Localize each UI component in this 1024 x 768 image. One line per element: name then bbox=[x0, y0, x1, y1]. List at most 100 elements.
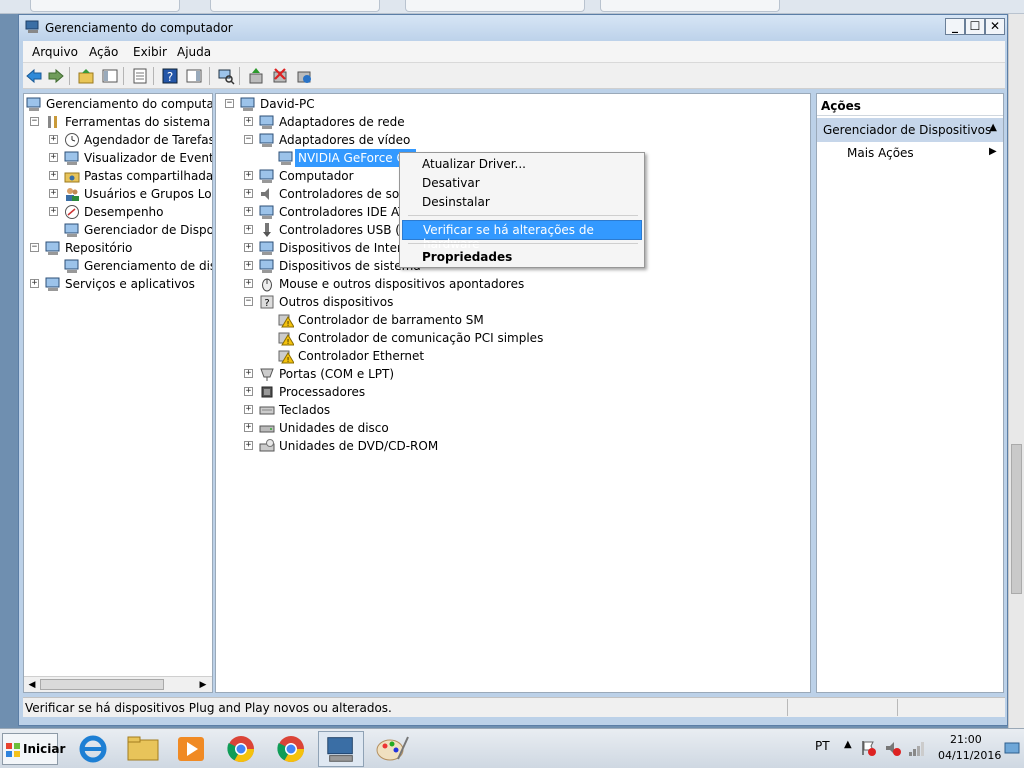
more-actions-item[interactable]: Mais Ações bbox=[847, 146, 914, 160]
tree-row[interactable]: ! Controlador de barramento SM bbox=[216, 311, 810, 329]
computer-management-taskbar-icon[interactable] bbox=[318, 731, 364, 767]
expand-icon[interactable]: + bbox=[30, 279, 39, 288]
close-button[interactable]: ✕ bbox=[985, 18, 1005, 35]
tree-row[interactable]: Gerenciamento do computado bbox=[24, 95, 212, 113]
tree-row[interactable]: + Desempenho bbox=[24, 203, 212, 221]
forward-arrow-icon[interactable] bbox=[47, 67, 65, 85]
title-bar[interactable]: Gerenciamento do computador _ ☐ ✕ bbox=[19, 15, 1007, 41]
network-signal-icon[interactable] bbox=[908, 739, 926, 757]
tree-row[interactable]: + Agendador de Tarefas bbox=[24, 131, 212, 149]
tree-row[interactable]: − Adaptadores de vídeo bbox=[216, 131, 810, 149]
tree-row[interactable]: + Mouse e outros dispositivos apontadores bbox=[216, 275, 810, 293]
tree-row[interactable]: −? Outros dispositivos bbox=[216, 293, 810, 311]
show-hide-tree-icon[interactable] bbox=[101, 67, 119, 85]
tree-row[interactable]: + Unidades de disco bbox=[216, 419, 810, 437]
tree-row[interactable]: + Serviços e aplicativos bbox=[24, 275, 212, 293]
action-center-flag-icon[interactable] bbox=[860, 739, 878, 757]
help-icon[interactable]: ? bbox=[161, 67, 179, 85]
expand-icon[interactable]: + bbox=[49, 189, 58, 198]
expand-icon[interactable]: + bbox=[244, 441, 253, 450]
menu-exibir[interactable]: Exibir bbox=[133, 45, 167, 59]
clock-time[interactable]: 21:00 bbox=[950, 733, 982, 746]
volume-muted-icon[interactable] bbox=[884, 739, 902, 757]
expand-icon[interactable]: + bbox=[244, 207, 253, 216]
menu-item-scan-hardware[interactable]: Verificar se há alterações de hardware bbox=[402, 220, 642, 251]
properties-icon[interactable] bbox=[131, 67, 149, 85]
menu-item-disable[interactable]: Desativar bbox=[402, 174, 642, 194]
tree-row[interactable]: ! Controlador de comunicação PCI simples bbox=[216, 329, 810, 347]
tree-row[interactable]: + Processadores bbox=[216, 383, 810, 401]
tree-item-label: Controlador de barramento SM bbox=[298, 313, 484, 327]
expand-icon[interactable]: + bbox=[244, 405, 253, 414]
collapse-icon[interactable]: − bbox=[244, 297, 253, 306]
clock-date[interactable]: 04/11/2016 bbox=[938, 749, 1001, 762]
show-desktop-icon[interactable] bbox=[1004, 741, 1020, 755]
expand-icon[interactable]: + bbox=[244, 225, 253, 234]
horizontal-scrollbar[interactable]: ◀ ▶ bbox=[24, 676, 212, 692]
internet-explorer-icon[interactable] bbox=[70, 731, 116, 767]
show-hidden-icons-icon[interactable]: ▲ bbox=[844, 739, 852, 750]
collapse-icon[interactable]: − bbox=[30, 117, 39, 126]
file-explorer-icon[interactable] bbox=[120, 731, 166, 767]
chrome-icon[interactable] bbox=[218, 731, 264, 767]
scan-hardware-icon[interactable] bbox=[217, 67, 235, 85]
expand-icon[interactable]: + bbox=[244, 171, 253, 180]
collapse-icon[interactable]: − bbox=[225, 99, 234, 108]
tree-row[interactable]: + Unidades de DVD/CD-ROM bbox=[216, 437, 810, 455]
start-button[interactable]: Iniciar bbox=[2, 733, 65, 765]
chrome-icon[interactable] bbox=[268, 731, 314, 767]
expand-icon[interactable]: + bbox=[49, 207, 58, 216]
tree-row[interactable]: − Repositório bbox=[24, 239, 212, 257]
media-player-icon[interactable] bbox=[168, 731, 214, 767]
menu-item-properties[interactable]: Propriedades bbox=[402, 248, 642, 268]
update-driver-icon[interactable] bbox=[247, 67, 265, 85]
expand-icon[interactable]: + bbox=[244, 423, 253, 432]
expand-icon[interactable]: + bbox=[244, 117, 253, 126]
up-folder-icon[interactable] bbox=[77, 67, 95, 85]
tree-row[interactable]: + Visualizador de Eventos bbox=[24, 149, 212, 167]
show-hide-action-pane-icon[interactable] bbox=[185, 67, 203, 85]
actions-section-device-manager[interactable]: Gerenciador de Dispositivos ▲ bbox=[817, 118, 1003, 142]
computer-management-icon bbox=[26, 97, 41, 111]
menu-ajuda[interactable]: Ajuda bbox=[177, 45, 211, 59]
expand-icon[interactable]: + bbox=[49, 153, 58, 162]
tree-row[interactable]: + Portas (COM e LPT) bbox=[216, 365, 810, 383]
maximize-button[interactable]: ☐ bbox=[965, 18, 985, 35]
expand-icon[interactable]: + bbox=[244, 243, 253, 252]
menu-item-uninstall[interactable]: Desinstalar bbox=[402, 193, 642, 213]
expand-icon[interactable]: + bbox=[244, 279, 253, 288]
tree-row[interactable]: Gerenciamento de disco bbox=[24, 257, 212, 275]
back-arrow-icon[interactable] bbox=[25, 67, 43, 85]
expand-icon[interactable]: + bbox=[49, 171, 58, 180]
expand-icon[interactable]: + bbox=[244, 261, 253, 270]
collapse-up-icon[interactable]: ▲ bbox=[989, 122, 997, 133]
scroll-right-icon[interactable]: ▶ bbox=[196, 678, 210, 692]
paint-icon[interactable] bbox=[368, 731, 414, 767]
tree-row[interactable]: + Pastas compartilhadas bbox=[24, 167, 212, 185]
background-tab bbox=[405, 0, 585, 12]
enable-device-icon[interactable] bbox=[295, 67, 313, 85]
expand-icon[interactable]: + bbox=[49, 135, 58, 144]
tree-row[interactable]: + Teclados bbox=[216, 401, 810, 419]
menu-acao[interactable]: Ação bbox=[89, 45, 118, 59]
tree-row[interactable]: + Usuários e Grupos Loca bbox=[24, 185, 212, 203]
expand-icon[interactable]: + bbox=[244, 369, 253, 378]
tree-row[interactable]: ! Controlador Ethernet bbox=[216, 347, 810, 365]
menu-arquivo[interactable]: Arquivo bbox=[32, 45, 78, 59]
tree-row[interactable]: − Ferramentas do sistema bbox=[24, 113, 212, 131]
menu-item-update-driver[interactable]: Atualizar Driver... bbox=[402, 155, 642, 175]
scrollbar-thumb[interactable] bbox=[40, 679, 164, 690]
mouse-icon bbox=[262, 278, 272, 292]
tree-item-label: Serviços e aplicativos bbox=[65, 277, 195, 291]
expand-icon[interactable]: + bbox=[244, 189, 253, 198]
language-indicator[interactable]: PT bbox=[815, 739, 830, 753]
collapse-icon[interactable]: − bbox=[244, 135, 253, 144]
tree-row[interactable]: + Adaptadores de rede bbox=[216, 113, 810, 131]
tree-row[interactable]: Gerenciador de Disposit bbox=[24, 221, 212, 239]
collapse-icon[interactable]: − bbox=[30, 243, 39, 252]
minimize-button[interactable]: _ bbox=[945, 18, 965, 35]
scroll-left-icon[interactable]: ◀ bbox=[25, 678, 39, 692]
expand-icon[interactable]: + bbox=[244, 387, 253, 396]
tree-row[interactable]: − David-PC bbox=[216, 95, 810, 113]
uninstall-device-icon[interactable] bbox=[271, 67, 289, 85]
